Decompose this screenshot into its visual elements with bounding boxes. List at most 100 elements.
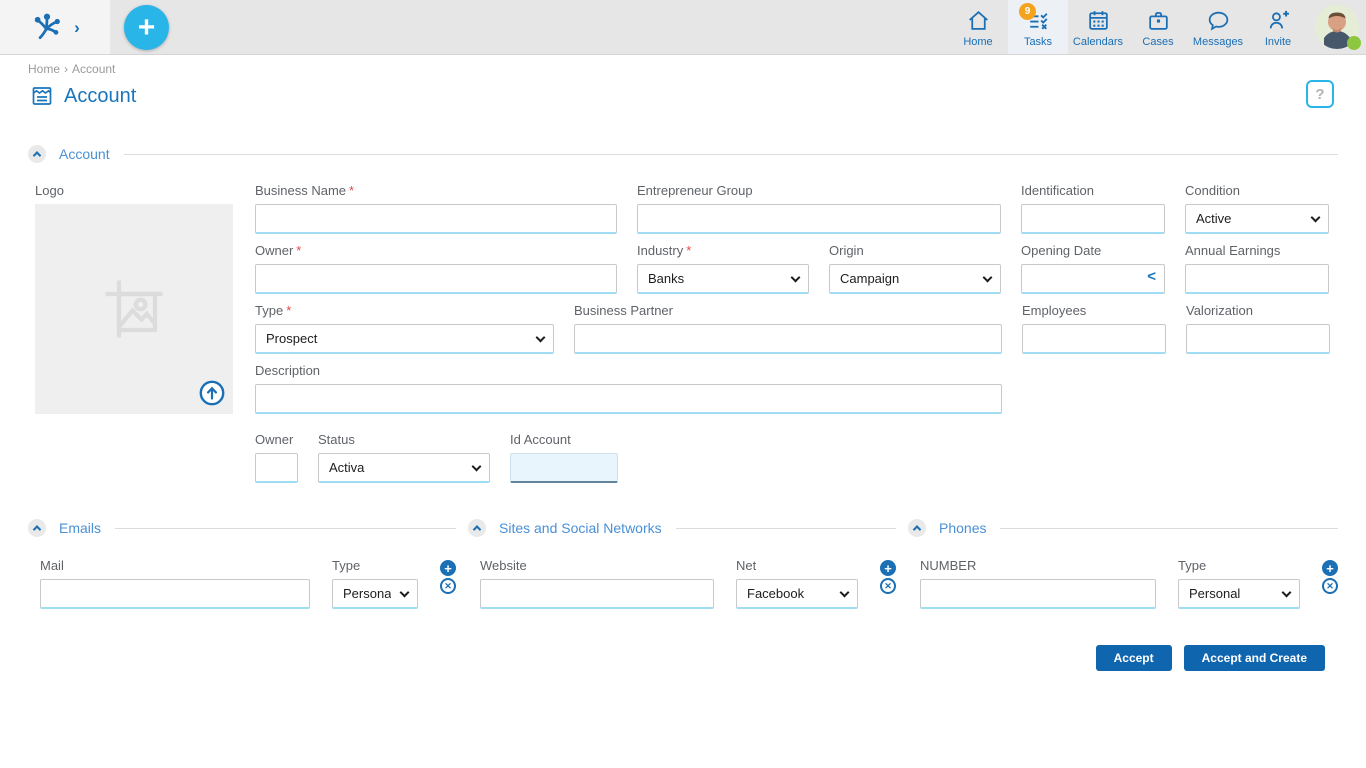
main-nav: Home 9 Tasks Calendars bbox=[948, 0, 1308, 54]
nav-messages[interactable]: Messages bbox=[1188, 0, 1248, 54]
nav-label: Cases bbox=[1142, 36, 1173, 48]
collapse-phones-icon[interactable] bbox=[908, 519, 926, 537]
entrepreneur-group-label: Entrepreneur Group bbox=[637, 183, 1001, 198]
email-type-select[interactable]: Personal bbox=[332, 579, 418, 609]
add-phone-button[interactable]: + bbox=[1322, 560, 1338, 576]
add-email-button[interactable]: + bbox=[440, 560, 456, 576]
accept-button[interactable]: Accept bbox=[1096, 645, 1172, 671]
accept-and-create-button[interactable]: Accept and Create bbox=[1184, 645, 1325, 671]
account-section-header: Account bbox=[28, 145, 1338, 163]
website-input[interactable] bbox=[480, 579, 714, 609]
identification-label: Identification bbox=[1021, 183, 1165, 198]
nav-label: Messages bbox=[1193, 36, 1243, 48]
page-header: Account bbox=[30, 84, 1366, 108]
calendar-icon bbox=[1086, 8, 1111, 33]
frog-logo-icon bbox=[30, 12, 64, 42]
remove-email-button[interactable]: ✕ bbox=[440, 578, 456, 594]
nav-cases[interactable]: Cases bbox=[1128, 0, 1188, 54]
origin-select[interactable]: Campaign bbox=[829, 264, 1001, 294]
valorization-input[interactable] bbox=[1186, 324, 1330, 354]
email-type-label: Type bbox=[332, 558, 418, 573]
net-label: Net bbox=[736, 558, 858, 573]
owner-input[interactable] bbox=[255, 264, 617, 294]
help-button[interactable]: ? bbox=[1306, 80, 1334, 108]
required-mark: * bbox=[296, 243, 301, 258]
phones-section-header: Phones bbox=[908, 519, 1338, 537]
phones-section: Phones NUMBER Type Personal + ✕ bbox=[908, 519, 1338, 609]
owner-small-label: Owner bbox=[255, 432, 298, 447]
add-site-button[interactable]: + bbox=[880, 560, 896, 576]
divider bbox=[676, 528, 896, 529]
nav-tasks[interactable]: 9 Tasks bbox=[1008, 0, 1068, 54]
mail-input[interactable] bbox=[40, 579, 310, 609]
website-label: Website bbox=[480, 558, 714, 573]
owner-small-input[interactable] bbox=[255, 453, 298, 483]
nav-home[interactable]: Home bbox=[948, 0, 1008, 54]
breadcrumb-home[interactable]: Home bbox=[28, 62, 60, 76]
divider bbox=[1000, 528, 1338, 529]
emails-section-title: Emails bbox=[59, 520, 101, 536]
upload-logo-button[interactable] bbox=[199, 380, 225, 406]
origin-label: Origin bbox=[829, 243, 1001, 258]
id-account-label: Id Account bbox=[510, 432, 618, 447]
collapse-sites-icon[interactable] bbox=[468, 519, 486, 537]
expand-sidebar-icon[interactable]: › bbox=[74, 19, 80, 36]
industry-label: Industry* bbox=[637, 243, 809, 258]
breadcrumb-separator: › bbox=[64, 62, 68, 76]
collapse-account-icon[interactable] bbox=[28, 145, 46, 163]
condition-label: Condition bbox=[1185, 183, 1329, 198]
topbar-spacer bbox=[169, 0, 948, 54]
remove-phone-button[interactable]: ✕ bbox=[1322, 578, 1338, 594]
nav-calendars[interactable]: Calendars bbox=[1068, 0, 1128, 54]
employees-input[interactable] bbox=[1022, 324, 1166, 354]
breadcrumb-current: Account bbox=[72, 62, 115, 76]
business-name-input[interactable] bbox=[255, 204, 617, 234]
tasks-badge: 9 bbox=[1019, 3, 1036, 20]
phone-type-select[interactable]: Personal bbox=[1178, 579, 1300, 609]
entrepreneur-group-input[interactable] bbox=[637, 204, 1001, 234]
condition-select[interactable]: Active bbox=[1185, 204, 1329, 234]
date-picker-icon[interactable]: < bbox=[1147, 268, 1156, 285]
user-menu[interactable] bbox=[1308, 0, 1366, 54]
annual-earnings-input[interactable] bbox=[1185, 264, 1329, 294]
number-input[interactable] bbox=[920, 579, 1156, 609]
online-status-dot bbox=[1347, 36, 1361, 50]
sites-section-title: Sites and Social Networks bbox=[499, 520, 662, 536]
account-form-icon bbox=[30, 84, 54, 108]
id-account-input[interactable] bbox=[510, 453, 618, 483]
business-partner-input[interactable] bbox=[574, 324, 1002, 354]
required-mark: * bbox=[349, 183, 354, 198]
status-select[interactable]: Activa bbox=[318, 453, 490, 483]
phone-type-label: Type bbox=[1178, 558, 1300, 573]
description-input[interactable] bbox=[255, 384, 1002, 414]
nav-label: Invite bbox=[1265, 36, 1291, 48]
identification-input[interactable] bbox=[1021, 204, 1165, 234]
remove-site-button[interactable]: ✕ bbox=[880, 578, 896, 594]
image-placeholder-icon bbox=[98, 273, 170, 345]
nav-label: Tasks bbox=[1024, 36, 1052, 48]
industry-select[interactable]: Banks bbox=[637, 264, 809, 294]
logo-dropzone[interactable] bbox=[35, 204, 233, 414]
business-name-label: Business Name* bbox=[255, 183, 617, 198]
annual-earnings-label: Annual Earnings bbox=[1185, 243, 1329, 258]
add-new-button[interactable]: + bbox=[124, 5, 169, 50]
required-mark: * bbox=[686, 243, 691, 258]
number-label: NUMBER bbox=[920, 558, 1156, 573]
required-mark: * bbox=[286, 303, 291, 318]
breadcrumb: Home › Account bbox=[28, 62, 1366, 76]
bottom-sections: Emails Mail Type Personal + ✕ S bbox=[28, 519, 1338, 609]
owner-label: Owner* bbox=[255, 243, 617, 258]
net-select[interactable]: Facebook bbox=[736, 579, 858, 609]
collapse-emails-icon[interactable] bbox=[28, 519, 46, 537]
type-label: Type* bbox=[255, 303, 554, 318]
opening-date-input[interactable] bbox=[1021, 264, 1165, 294]
briefcase-icon bbox=[1146, 8, 1171, 33]
app-logo-area[interactable]: › bbox=[0, 0, 110, 54]
emails-section: Emails Mail Type Personal + ✕ bbox=[28, 519, 456, 609]
account-section-title: Account bbox=[59, 146, 110, 162]
form-actions: Accept Accept and Create bbox=[0, 645, 1325, 671]
sites-section: Sites and Social Networks Website Net Fa… bbox=[468, 519, 896, 609]
employees-label: Employees bbox=[1022, 303, 1166, 318]
nav-invite[interactable]: Invite bbox=[1248, 0, 1308, 54]
type-select[interactable]: Prospect bbox=[255, 324, 554, 354]
